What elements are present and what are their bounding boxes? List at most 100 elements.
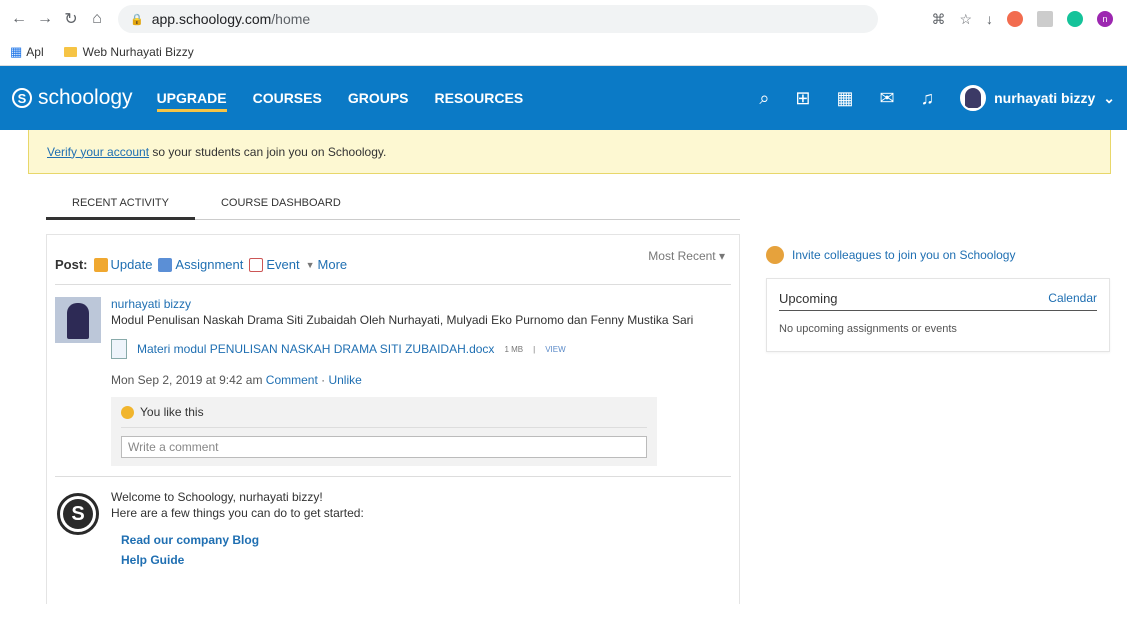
post-timestamp: Mon Sep 2, 2019 at 9:42 am [111,373,263,387]
folder-icon [63,46,77,57]
post-update-button[interactable]: Update [93,257,153,272]
assignment-label: Assignment [175,257,244,272]
calendar-icon[interactable]: ▦ [837,88,854,109]
nav-resources[interactable]: RESOURCES [435,84,524,112]
post-label: Post: [55,257,88,272]
nav-courses[interactable]: COURSES [253,84,322,112]
attachment-size: 1 MB [504,344,524,354]
apps-grid-icon[interactable]: ▦ [10,44,22,60]
browser-toolbar: ← → ↻ ⌂ 🔒 app.schoology.com/home ⌘ ☆ ↓ n [0,0,1127,38]
sort-dropdown[interactable]: Most Recent ▾ [648,249,725,263]
url-host: app.schoology.com [151,11,272,27]
extension-doc-icon[interactable] [1037,11,1053,27]
welcome-body: Welcome to Schoology, nurhayati bizzy! H… [111,489,364,567]
chevron-down-icon: ⌄ [1103,89,1115,106]
nav-groups[interactable]: GROUPS [348,84,409,112]
update-label: Update [110,257,153,272]
schoology-header: S schoology UPGRADE COURSES GROUPS RESOU… [0,66,1127,130]
welcome-subtitle: Here are a few things you can do to get … [111,506,364,520]
header-icons: ⌕ ⊞ ▦ ✉ ♫ nurhayati bizzy ⌄ [759,85,1115,111]
calendar-icon [249,257,264,272]
blog-link[interactable]: Read our company Blog [121,533,364,547]
user-menu[interactable]: nurhayati bizzy ⌄ [960,85,1115,111]
address-bar[interactable]: 🔒 app.schoology.com/home [118,5,878,33]
likes-panel: You like this Write a comment [111,397,657,466]
grammarly-icon[interactable] [1067,11,1083,27]
download-icon[interactable]: ↓ [986,11,993,27]
post-bar: Post: Update Assignment Event ▼ More [55,257,731,272]
upcoming-header: Upcoming Calendar [779,291,1097,311]
upcoming-title: Upcoming [779,291,838,306]
bookmark-web-nurhayati[interactable]: Web Nurhayati Bizzy [83,45,194,59]
invite-text: Invite colleagues to join you on Schoolo… [792,248,1016,262]
reload-icon[interactable]: ↻ [60,9,82,29]
attachment-link[interactable]: Materi modul PENULISAN NASKAH DRAMA SITI… [137,342,494,356]
bookmark-apl[interactable]: Apl [26,45,43,59]
right-column: Invite colleagues to join you on Schoolo… [766,246,1110,604]
profile-avatar-icon[interactable]: n [1097,11,1113,27]
upcoming-empty: No upcoming assignments or events [779,323,957,335]
translate-icon[interactable]: ⌘ [931,11,945,28]
avatar [960,85,987,111]
attachment-view-link[interactable]: VIEW [545,345,565,354]
home-icon[interactable]: ⌂ [86,10,108,28]
help-guide-link[interactable]: Help Guide [121,553,364,567]
post-more-button[interactable]: ▼ More [306,257,348,272]
schoology-logo[interactable]: S schoology [12,86,133,110]
divider: | [533,344,536,354]
pencil-icon [93,257,108,272]
avatar[interactable] [55,297,101,343]
nav-upgrade[interactable]: UPGRADE [156,84,227,112]
welcome-post: S Welcome to Schoology, nurhayati bizzy!… [55,476,731,567]
schoology-logo-icon: S [57,493,99,535]
forward-icon[interactable]: → [34,10,56,28]
invite-link[interactable]: Invite colleagues to join you on Schoolo… [766,246,1110,264]
left-column: RECENT ACTIVITY COURSE DASHBOARD Most Re… [46,188,740,604]
upcoming-panel: Upcoming Calendar No upcoming assignment… [766,278,1110,352]
extension-red-icon[interactable] [1007,11,1023,27]
post-meta: Mon Sep 2, 2019 at 9:42 am Comment · Unl… [111,373,362,387]
post-assignment-button[interactable]: Assignment [158,257,243,272]
bookmarks-bar: ▦ Apl Web Nurhayati Bizzy [0,38,1127,66]
notifications-bell-icon[interactable]: ♫ [921,88,935,109]
lock-icon: 🔒 [130,13,144,26]
likes-row: You like this [121,405,647,428]
logo-s-icon: S [12,88,32,108]
star-bookmark-icon[interactable]: ☆ [959,11,972,28]
assignment-icon [158,257,173,272]
person-add-icon [766,246,784,264]
welcome-links: Read our company Blog Help Guide [111,533,364,567]
post-event-button[interactable]: Event [249,257,300,272]
post-text: Modul Penulisan Naskah Drama Siti Zubaid… [111,313,694,327]
logo-text: schoology [38,86,133,109]
welcome-title: Welcome to Schoology, nurhayati bizzy! [111,490,323,504]
likes-text: You like this [140,405,204,419]
unlike-link[interactable]: Unlike [328,373,361,387]
post-author[interactable]: nurhayati bizzy [111,297,731,311]
search-icon[interactable]: ⌕ [759,88,769,109]
post-body: nurhayati bizzy Modul Penulisan Naskah D… [111,297,731,466]
activity-tabs: RECENT ACTIVITY COURSE DASHBOARD [46,188,740,220]
comment-link[interactable]: Comment [266,373,318,387]
calendar-link[interactable]: Calendar [1048,291,1097,306]
event-label: Event [266,257,300,272]
verify-banner: Verify your account so your students can… [28,130,1111,174]
document-icon [111,339,127,359]
more-label: More [317,257,348,272]
comment-input[interactable]: Write a comment [121,436,647,458]
username: nurhayati bizzy [994,90,1096,106]
mail-icon[interactable]: ✉ [880,88,895,109]
smiley-icon [121,405,134,419]
tab-course-dashboard[interactable]: COURSE DASHBOARD [195,197,367,219]
verify-account-link[interactable]: Verify your account [47,145,149,159]
extension-icons: ⌘ ☆ ↓ n [931,11,1113,28]
tab-recent-activity[interactable]: RECENT ACTIVITY [46,197,195,220]
url-path: /home [271,11,311,27]
verify-banner-text: so your students can join you on Schoolo… [149,144,387,159]
sort-label: Most Recent [648,249,716,263]
back-icon[interactable]: ← [8,10,30,28]
feed-post: nurhayati bizzy Modul Penulisan Naskah D… [55,285,731,466]
apps-grid-icon[interactable]: ⊞ [795,88,810,109]
feed-card: Most Recent ▾ Post: Update Assignment Ev… [46,234,740,604]
main-content: RECENT ACTIVITY COURSE DASHBOARD Most Re… [0,188,1127,604]
